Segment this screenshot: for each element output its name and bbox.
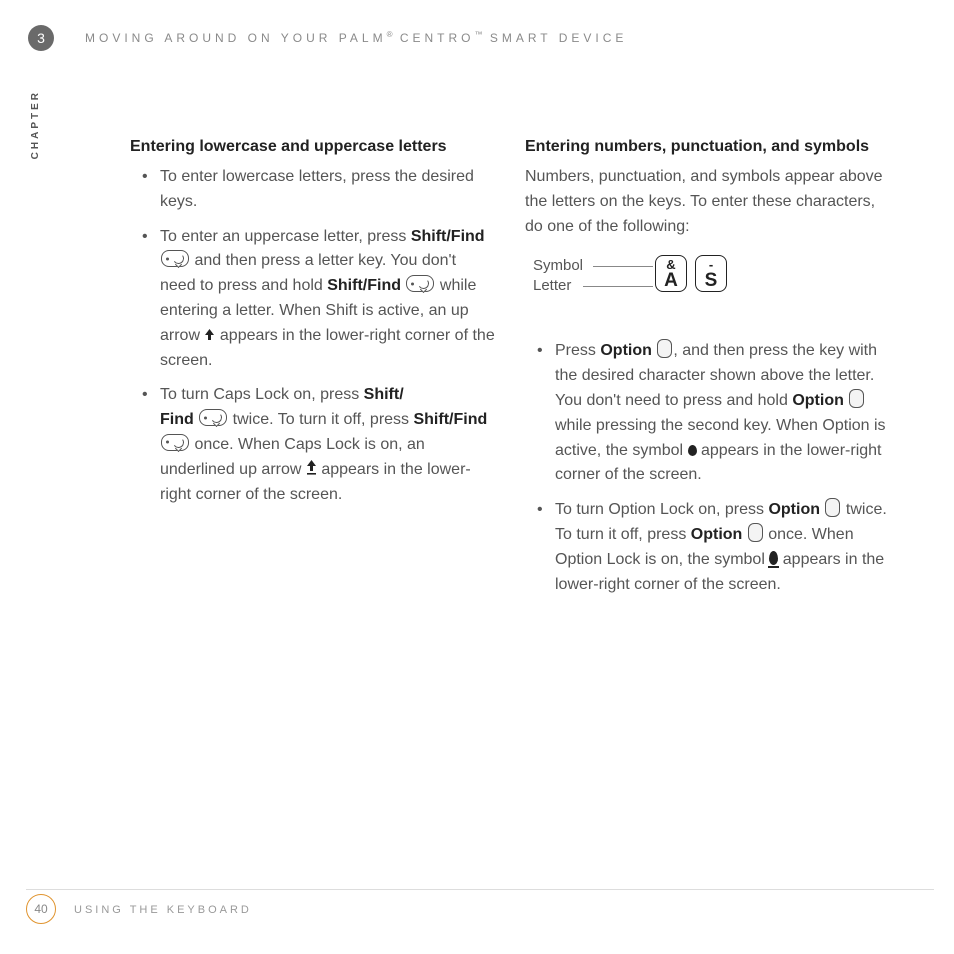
diagram-label-letter: Letter [533,277,571,294]
left-column: Entering lowercase and uppercase letters… [130,135,495,607]
right-list: Press Option , and then press the key wi… [525,339,890,597]
key-diagram: Symbol Letter & A - S [533,253,890,313]
shift-find-label: Shift/Find [411,228,485,245]
left-bullet-3: To turn Caps Lock on, press Shift/Find t… [130,383,495,507]
option-key-icon [657,339,672,358]
t: twice. To turn it off, press [228,411,413,428]
right-bullet-1: Press Option , and then press the key wi… [525,339,890,488]
left-bullet-1: To enter lowercase letters, press the de… [130,165,495,215]
t: Press [555,342,600,359]
keycap-a: & A [655,255,687,292]
right-intro: Numbers, punctuation, and symbols appear… [525,165,890,239]
keycap-letter: A [656,270,686,292]
footer-section-title: USING THE KEYBOARD [74,904,252,916]
t: To enter an uppercase letter, press [160,228,411,245]
option-lock-dot-icon [769,551,778,565]
right-bullet-2: To turn Option Lock on, press Option twi… [525,498,890,597]
option-label: Option [691,526,743,543]
left-bullet-2: To enter an uppercase letter, press Shif… [130,225,495,374]
shift-key-icon [406,275,434,292]
shift-key-icon [161,250,189,267]
t: To turn Option Lock on, press [555,501,768,518]
chapter-number-badge: 3 [28,25,54,51]
left-heading: Entering lowercase and uppercase letters [130,135,495,159]
tm-mark: ™ [475,30,483,39]
keycap-letter: S [696,270,726,292]
option-dot-icon [688,445,697,456]
header-product: CENTRO [393,31,475,45]
option-label: Option [600,342,652,359]
shift-find-label: Shift/Find [413,411,487,428]
left-list: To enter lowercase letters, press the de… [130,165,495,507]
right-heading: Entering numbers, punctuation, and symbo… [525,135,890,159]
diagram-line [593,266,653,267]
up-arrow-icon [204,328,215,341]
page-number-badge: 40 [26,894,56,924]
option-label: Option [768,501,820,518]
chapter-side-label: CHAPTER [30,90,41,159]
header-suffix: SMART DEVICE [483,31,628,45]
right-column: Entering numbers, punctuation, and symbo… [525,135,890,607]
option-key-icon [748,523,763,542]
diagram-line [583,286,653,287]
header-text-1: MOVING AROUND ON YOUR PALM [85,31,387,45]
shift-key-icon [161,434,189,451]
page-content: Entering lowercase and uppercase letters… [130,135,890,607]
running-header: MOVING AROUND ON YOUR PALM® CENTRO™ SMAR… [85,30,627,45]
shift-find-label: Shift/Find [327,277,401,294]
option-key-icon [825,498,840,517]
t: To turn Caps Lock on, press [160,386,364,403]
up-arrow-underlined-icon [306,460,317,475]
diagram-label-symbol: Symbol [533,257,583,274]
page-footer: 40 USING THE KEYBOARD [26,889,934,924]
keycap-s: - S [695,255,727,292]
option-key-icon [849,389,864,408]
option-label: Option [792,392,844,409]
shift-key-icon [199,409,227,426]
